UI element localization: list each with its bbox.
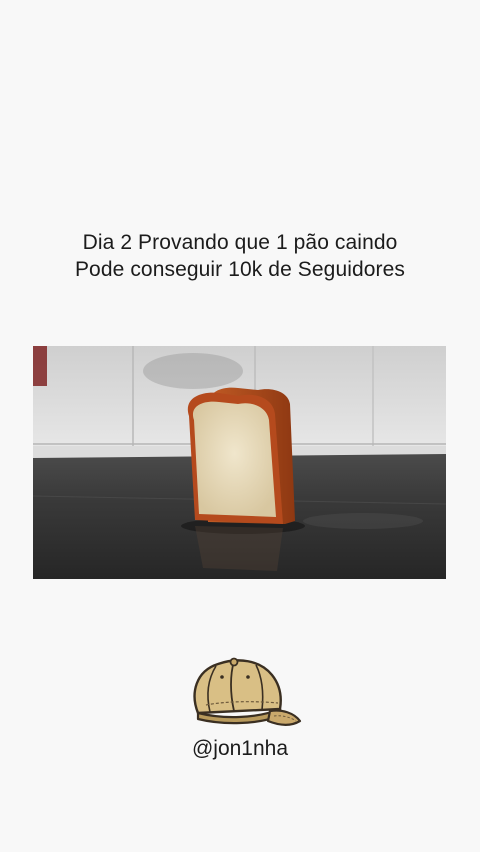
brand-area: @jon1nha <box>0 655 480 775</box>
caption-line-2: Pode conseguir 10k de Seguidores <box>74 258 406 281</box>
cap-icon <box>193 657 302 726</box>
profile-handle[interactable]: @jon1nha <box>0 737 480 761</box>
bread-scene <box>33 346 446 579</box>
post-page: Dia 2 Provando que 1 pão caindo Pode con… <box>0 0 480 852</box>
caption-line-1: Dia 2 Provando que 1 pão caindo <box>82 231 398 254</box>
video-frame[interactable] <box>33 346 446 579</box>
post-caption: Dia 2 Provando que 1 pão caindo Pode con… <box>0 229 480 283</box>
